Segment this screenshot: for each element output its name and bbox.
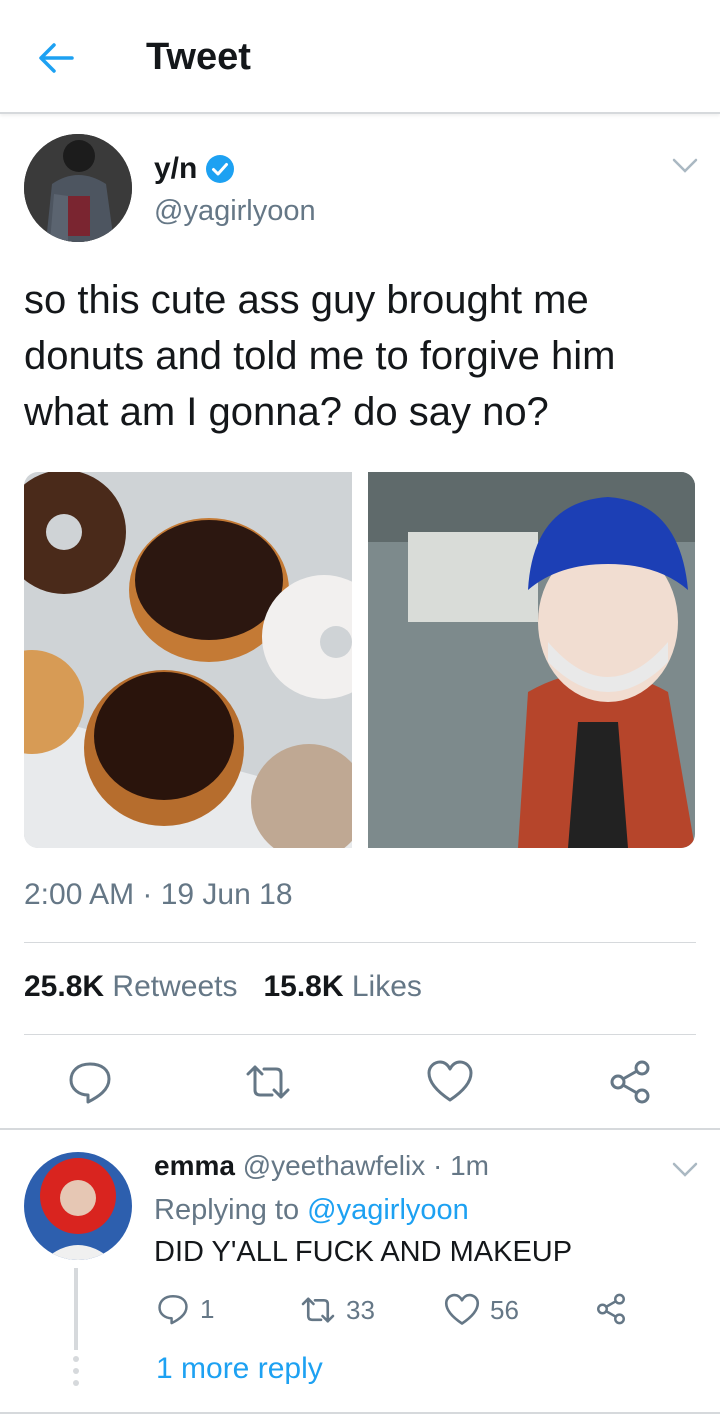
like-heart-icon xyxy=(444,1293,480,1325)
reply-header: emma @yeethawfelix · 1m xyxy=(154,1150,489,1182)
page-title: Tweet xyxy=(146,36,251,78)
reply-like-count: 56 xyxy=(490,1294,519,1325)
top-bar: Tweet xyxy=(0,0,720,114)
reply-icon xyxy=(158,1295,188,1325)
replying-prefix: Replying to xyxy=(154,1194,300,1226)
tweet-stats: 25.8K Retweets 15.8K Likes xyxy=(24,970,422,1004)
reply-author-name[interactable]: emma xyxy=(154,1150,235,1181)
author-name[interactable]: y/n xyxy=(154,152,197,186)
verified-badge-icon xyxy=(206,155,235,183)
divider xyxy=(24,1034,696,1035)
replying-handle-link[interactable]: @yagirlyoon xyxy=(307,1194,469,1226)
more-replies-link[interactable]: 1 more reply xyxy=(156,1352,323,1386)
retweets-label: Retweets xyxy=(112,970,238,1003)
likes-count: 15.8K xyxy=(263,970,344,1003)
reply-reply-action[interactable]: 1 xyxy=(156,1292,214,1326)
section-divider xyxy=(0,1128,720,1130)
likes-label: Likes xyxy=(351,970,422,1003)
tweet-photo-donuts[interactable] xyxy=(24,472,352,848)
back-arrow-icon[interactable] xyxy=(36,40,76,76)
chevron-down-icon[interactable] xyxy=(672,1162,698,1178)
thread-dots xyxy=(72,1356,80,1392)
retweet-icon xyxy=(301,1297,335,1323)
section-divider xyxy=(0,1412,720,1414)
divider xyxy=(24,942,696,943)
reply-handle-time[interactable]: @yeethawfelix · 1m xyxy=(243,1150,489,1181)
reply-like-action[interactable]: 56 xyxy=(444,1292,519,1328)
like-heart-icon[interactable] xyxy=(426,1058,474,1106)
reply-author-avatar[interactable] xyxy=(24,1152,132,1260)
tweet-text: so this cute ass guy brought me donuts a… xyxy=(24,278,616,434)
thread-line xyxy=(74,1268,78,1350)
author-avatar[interactable] xyxy=(24,134,132,242)
share-icon xyxy=(597,1293,625,1325)
likes-stat[interactable]: 15.8K Likes xyxy=(263,970,421,1004)
tweet-timestamp: 2:00 AM · 19 Jun 18 xyxy=(24,878,293,911)
author-handle[interactable]: @yagirlyoon xyxy=(154,195,316,228)
replying-to: Replying to @yagirlyoon xyxy=(154,1194,469,1227)
retweets-stat[interactable]: 25.8K Retweets xyxy=(24,970,237,1004)
reply-text: DID Y'ALL FUCK AND MAKEUP xyxy=(154,1236,573,1268)
reply-retweet-count: 33 xyxy=(346,1294,375,1325)
reply-reply-count: 1 xyxy=(200,1293,215,1324)
reply-icon[interactable] xyxy=(66,1058,114,1106)
retweets-count: 25.8K xyxy=(24,970,105,1003)
chevron-down-icon[interactable] xyxy=(672,158,698,174)
share-icon[interactable] xyxy=(606,1058,654,1106)
reply-retweet-action[interactable]: 33 xyxy=(300,1292,375,1328)
author-name-row: y/n xyxy=(154,152,235,186)
tweet-photo-person[interactable] xyxy=(368,472,695,848)
retweet-icon[interactable] xyxy=(244,1058,292,1106)
reply-share-action[interactable] xyxy=(594,1292,628,1326)
